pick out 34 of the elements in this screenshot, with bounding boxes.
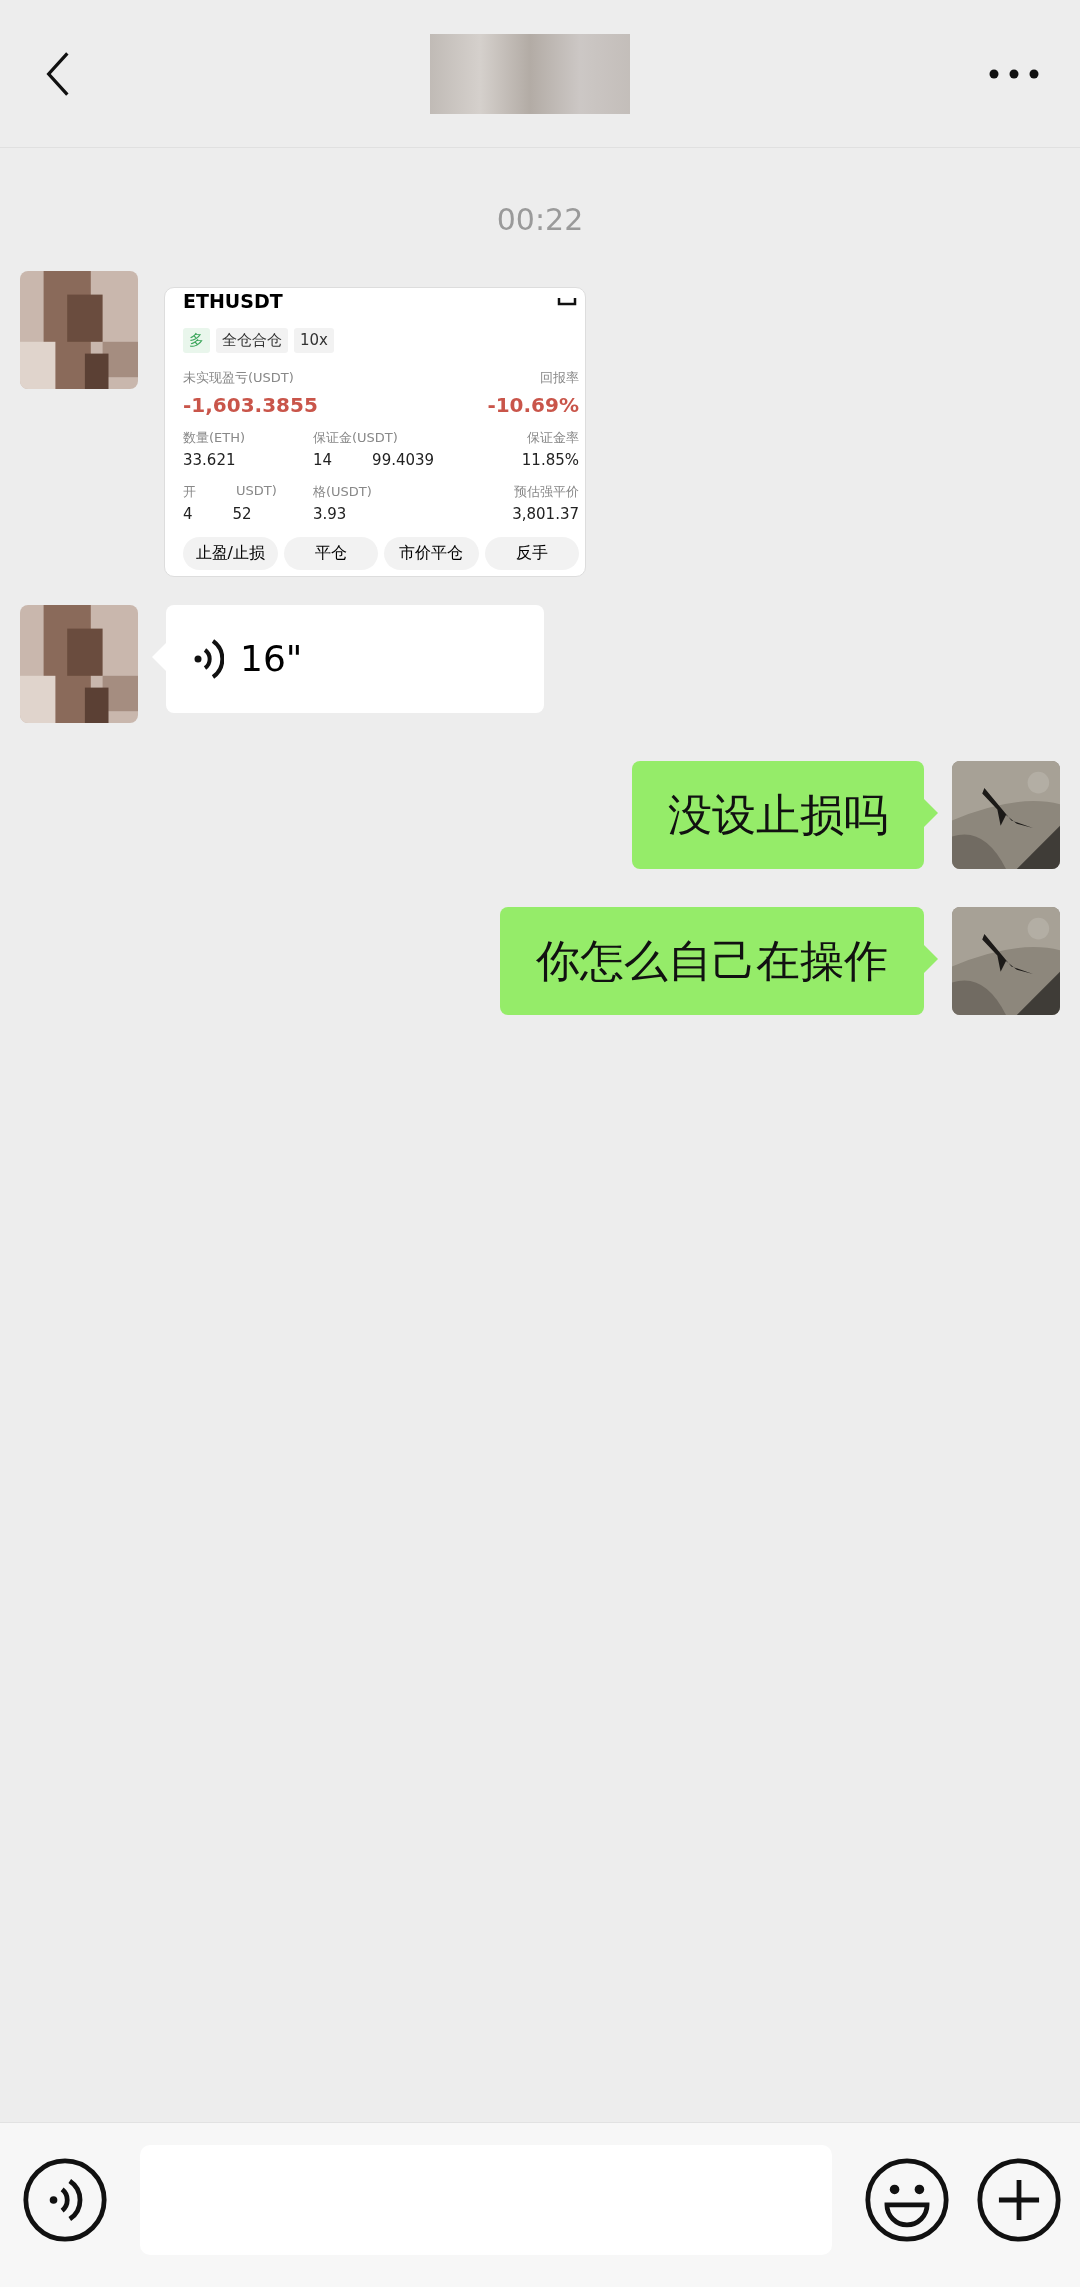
stat-label: 预估强平价 — [514, 483, 579, 501]
voice-wave-icon — [194, 637, 224, 681]
tag: 多 — [183, 328, 210, 353]
stat-label: 数量(ETH) — [183, 429, 246, 447]
roe-value: -10.69% — [487, 393, 579, 417]
tag: 全仓合仓 — [216, 328, 288, 353]
share-icon — [557, 298, 577, 308]
pnl-value: -1,603.3855 — [183, 393, 318, 417]
message-bubble[interactable]: 没设止损吗 — [632, 761, 924, 869]
more-icon[interactable] — [988, 68, 1040, 79]
stat-label: USDT) — [236, 483, 277, 500]
symbol-text: ETHUSDT — [183, 292, 283, 310]
roe-label: 回报率 — [540, 369, 579, 387]
voice-icon[interactable] — [22, 2157, 108, 2243]
message-bubble[interactable]: 你怎么自己在操作 — [500, 907, 924, 1015]
plus-icon[interactable] — [976, 2157, 1062, 2243]
voice-message[interactable]: 16" — [166, 605, 544, 713]
stat-label: 开 — [183, 483, 196, 501]
stat-value: 99.4039 — [372, 451, 435, 469]
voice-duration: 16" — [240, 637, 303, 681]
stat-label: 保证金率 — [527, 429, 579, 447]
stat-value: 11.85% — [521, 451, 579, 469]
stat-label: 保证金(USDT) — [313, 429, 398, 447]
stat-value: 3,801.37 — [512, 505, 579, 523]
stat-value: 3.93 — [313, 505, 347, 523]
stat-value: 52 — [232, 505, 252, 523]
emoji-icon[interactable] — [864, 2157, 950, 2243]
tag: 10x — [294, 328, 334, 353]
stat-label: 格(USDT) — [313, 483, 372, 501]
stat-value: 14 — [313, 451, 333, 469]
pnl-label: 未实现盈亏(USDT) — [183, 369, 294, 387]
timestamp: 00:22 — [496, 202, 584, 237]
stat-value: 4 — [183, 505, 193, 523]
stat-value: 33.621 — [183, 451, 236, 469]
